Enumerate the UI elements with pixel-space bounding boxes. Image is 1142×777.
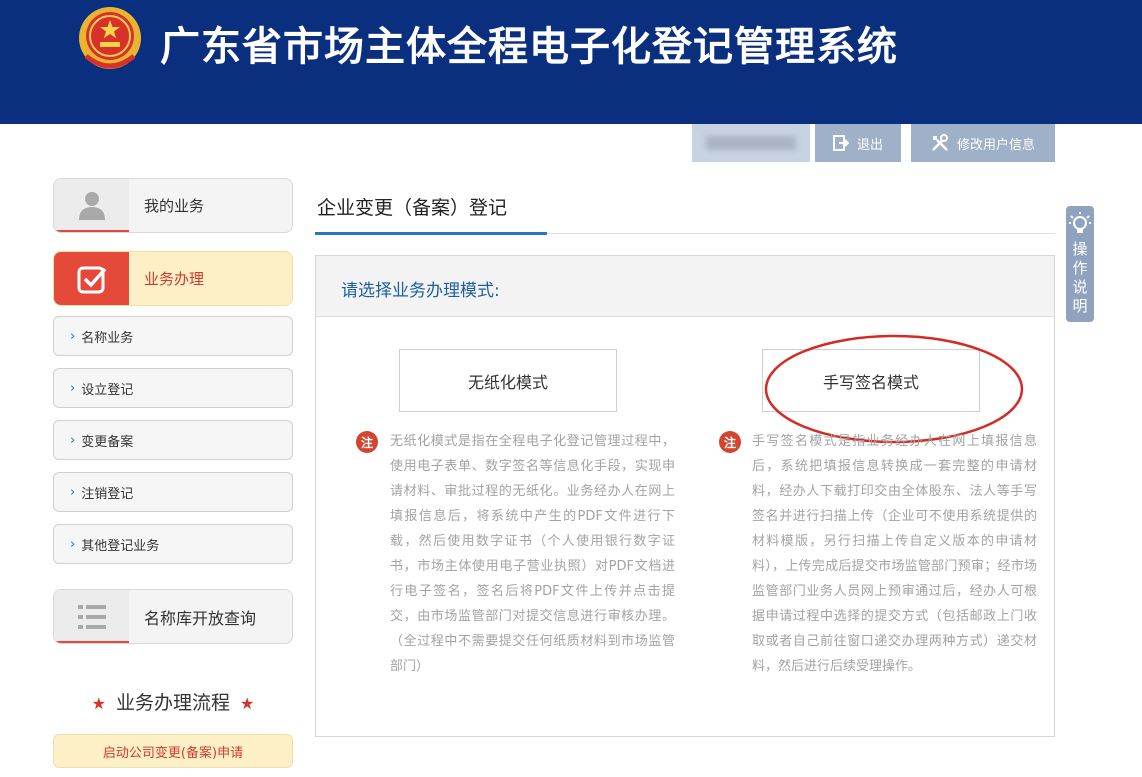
- sidebar-item-label: 注销登记: [81, 486, 134, 502]
- logout-icon: [832, 135, 849, 151]
- site-title: 广东省市场主体全程电子化登记管理系统: [160, 24, 898, 70]
- sidebar-item-label: 名称业务: [81, 330, 134, 346]
- chevron-right-icon: ›: [70, 536, 76, 552]
- sidebar-item-label: 设立登记: [81, 382, 134, 398]
- sidebar-name-library-query[interactable]: 名称库开放查询: [53, 589, 293, 644]
- site-header: 广东省市场主体全程电子化登记管理系统: [0, 0, 1142, 124]
- list-icon: [77, 604, 106, 629]
- sidebar-business-handling[interactable]: 业务办理: [53, 251, 293, 306]
- sidebar-card-label: 名称库开放查询: [144, 608, 257, 628]
- note-badge-icon: 注: [719, 431, 741, 453]
- flow-title: ★ 业务办理流程 ★: [53, 688, 293, 715]
- sidebar-item-label: 变更备案: [81, 434, 134, 450]
- panel-header: 请选择业务办理模式:: [316, 256, 1054, 317]
- edit-profile-button[interactable]: 修改用户信息: [911, 124, 1055, 162]
- flow-title-text: 业务办理流程: [115, 692, 230, 714]
- logout-label: 退出: [856, 137, 883, 153]
- start-change-application-button[interactable]: 启动公司变更(备案)申请: [53, 734, 293, 768]
- user-icon: [78, 191, 105, 220]
- handwritten-mode-note: 手写签名模式是指业务经办人在网上填报信息后，系统把填报信息转换成一套完整的申请材…: [752, 434, 1037, 674]
- sidebar-item-deregistration[interactable]: › 注销登记: [53, 472, 293, 512]
- chevron-right-icon: ›: [70, 484, 76, 500]
- title-accent-bar: [315, 232, 547, 235]
- sidebar-item-other[interactable]: › 其他登记业务: [53, 524, 293, 564]
- checkbox-icon: [77, 266, 106, 293]
- lightbulb-icon: [1069, 212, 1091, 233]
- panel-heading: 请选择业务办理模式:: [341, 281, 500, 301]
- chevron-right-icon: ›: [70, 328, 76, 344]
- sidebar-card-label: 我的业务: [144, 197, 205, 215]
- chevron-right-icon: ›: [70, 380, 76, 396]
- edit-profile-label: 修改用户信息: [956, 137, 1035, 153]
- logout-button[interactable]: 退出: [815, 124, 901, 162]
- sidebar-item-name-business[interactable]: › 名称业务: [53, 316, 293, 356]
- chevron-right-icon: ›: [70, 432, 76, 448]
- national-emblem-icon: [79, 7, 141, 69]
- sidebar-my-business[interactable]: 我的业务: [53, 178, 293, 233]
- star-icon: ★: [240, 694, 255, 713]
- paperless-mode-button[interactable]: 无纸化模式: [399, 349, 617, 412]
- page-title: 企业变更（备案）登记: [317, 197, 508, 219]
- star-icon: ★: [91, 694, 106, 713]
- paperless-mode-note: 无纸化模式是指在全程电子化登记管理过程中，使用电子表单、数字签名等信息化手段，实…: [390, 434, 675, 674]
- note-badge-icon: 注: [356, 431, 378, 453]
- sidebar-item-establishment[interactable]: › 设立登记: [53, 368, 293, 408]
- sidebar-card-label: 业务办理: [144, 270, 205, 288]
- sidebar-item-label: 其他登记业务: [81, 538, 160, 554]
- help-tab-label: 操 作 说 明: [1072, 240, 1088, 315]
- tools-icon: [932, 134, 948, 151]
- help-tab[interactable]: 操 作 说 明: [1066, 206, 1094, 322]
- username-blurred: [692, 124, 810, 162]
- sidebar-item-change-filing[interactable]: › 变更备案: [53, 420, 293, 460]
